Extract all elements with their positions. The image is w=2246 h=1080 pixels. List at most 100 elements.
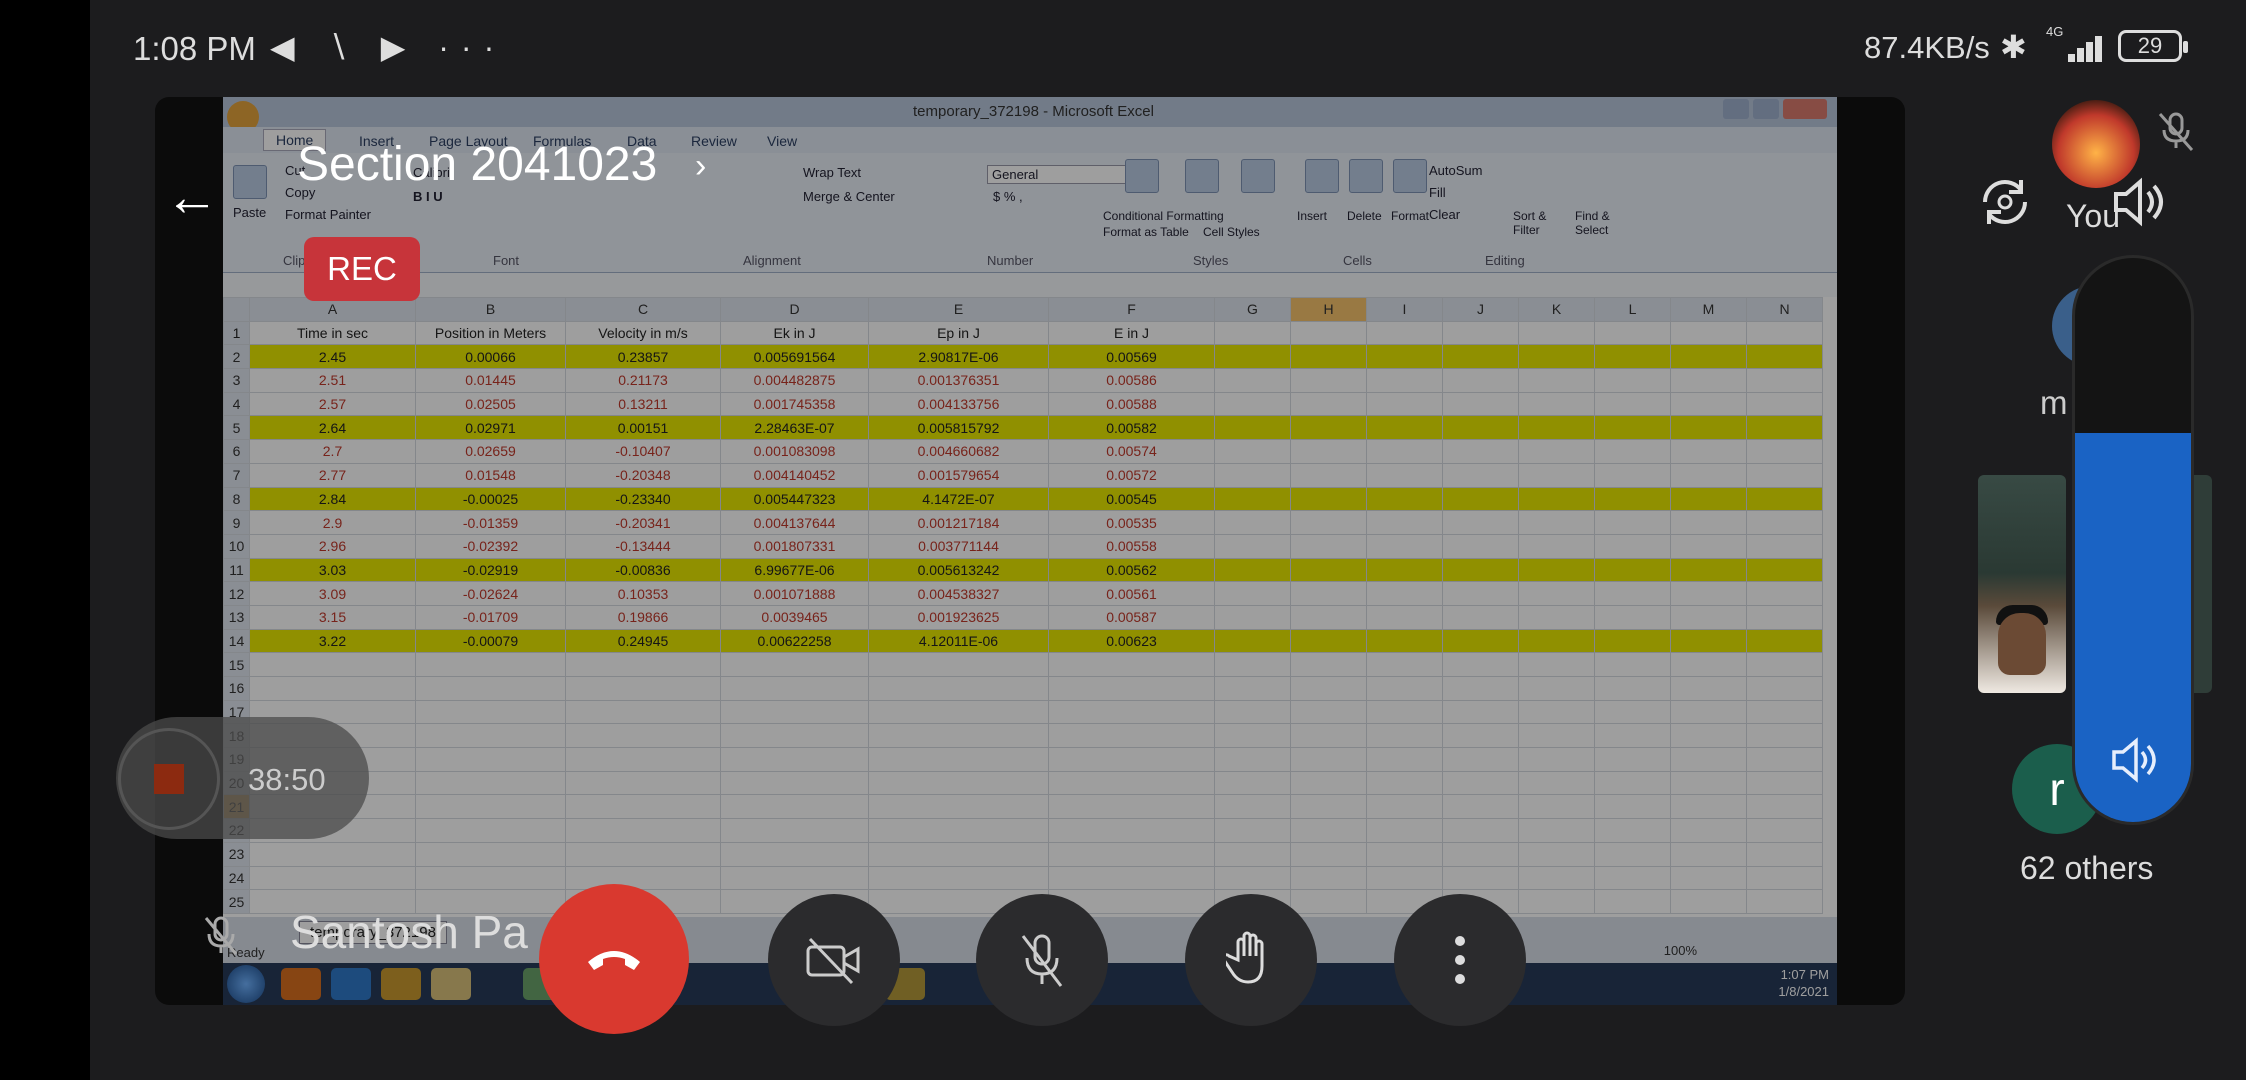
cell: 0.23857: [565, 344, 721, 370]
status-time: 1:08 PM: [133, 30, 256, 67]
row-number: 3: [223, 368, 250, 393]
microphone-toggle-button[interactable]: [976, 894, 1108, 1026]
camera-toggle-button[interactable]: [768, 894, 900, 1026]
cell: [1746, 841, 1823, 867]
cell: [1214, 865, 1291, 891]
cell: [1214, 794, 1291, 820]
cell: 0.00535: [1048, 510, 1215, 535]
cell: 0.001071888: [720, 581, 869, 606]
cell: [1290, 486, 1367, 512]
cell: 0.001807331: [720, 533, 869, 559]
network-type: 4G: [2046, 24, 2064, 39]
row-number: 8: [223, 486, 250, 512]
paste-icon: [233, 165, 267, 199]
speaker-icon[interactable]: [2108, 172, 2168, 232]
cell: [565, 676, 721, 701]
cell: 0.00561: [1048, 581, 1215, 606]
cell: -0.13444: [565, 533, 721, 559]
cell: [1670, 676, 1747, 701]
cell: [1214, 747, 1291, 772]
cell: [565, 794, 721, 820]
shared-screen-tile[interactable]: temporary_372198 - Microsoft Excel Home …: [155, 97, 1905, 1005]
cell: [415, 841, 566, 867]
cell: [1048, 676, 1215, 701]
group-alignment: Alignment: [743, 253, 801, 268]
cell: [1746, 723, 1823, 749]
cell: [1594, 723, 1671, 749]
row-number: 5: [223, 415, 250, 441]
others-count[interactable]: 62 others: [2020, 850, 2153, 887]
cell: [1746, 557, 1823, 583]
cell: [1214, 676, 1291, 701]
cell: [720, 652, 869, 677]
cell: [1366, 581, 1443, 606]
back-arrow-icon[interactable]: ←: [165, 170, 225, 225]
presenter-name: Santosh Pa: [290, 906, 528, 958]
cell: [1290, 723, 1367, 749]
table-row: 23: [223, 841, 1823, 867]
cell: [1518, 652, 1595, 677]
cell: [1518, 604, 1595, 630]
cell: [1214, 439, 1291, 464]
column-header-c: C: [565, 297, 721, 322]
cell: [1670, 462, 1747, 488]
cell: [249, 652, 416, 677]
cell: [1594, 628, 1671, 654]
end-call-button[interactable]: [539, 884, 689, 1034]
conditional-formatting-label: Conditional Formatting: [1103, 209, 1224, 223]
cell: [1366, 462, 1443, 488]
cell: [1746, 368, 1823, 393]
column-header-n: N: [1746, 297, 1823, 322]
table-header-row: 1 Time in sec Position in Meters Velocity i…: [223, 320, 1823, 346]
cell: [1746, 699, 1823, 725]
cell: -0.00025: [415, 486, 566, 512]
status-bar: 1:08 PM ◀ ∖ ▶ ··· 87.4KB/s ✱ 4G 29: [0, 0, 2246, 95]
table-row: 16: [223, 676, 1823, 701]
row-number: 14: [223, 628, 250, 654]
cell: [1214, 841, 1291, 867]
table-row: 7 2.77 0.01548 -0.20348 0.004140452 0.0015796…: [223, 462, 1823, 488]
cell: [868, 841, 1049, 867]
cell: [1746, 415, 1823, 441]
cell: -0.10407: [565, 439, 721, 464]
cell: [1290, 794, 1367, 820]
close-icon: [1783, 99, 1827, 119]
cell: [1670, 652, 1747, 677]
cell: [1670, 439, 1747, 464]
cell: 0.02971: [415, 415, 566, 441]
table-row: 20: [223, 770, 1823, 796]
format-cells-icon: [1393, 159, 1427, 193]
taskbar-clock: 1:07 PM 1/8/2021: [1778, 966, 1829, 1000]
cell: [415, 723, 566, 749]
cell: [1746, 794, 1823, 820]
cell: [1518, 510, 1595, 535]
number-format-select: General: [987, 165, 1137, 184]
cell: [1290, 818, 1367, 843]
cell: [1594, 415, 1671, 441]
switch-camera-icon[interactable]: [1975, 172, 2035, 232]
cell: 2.77: [249, 462, 416, 488]
raise-hand-button[interactable]: [1185, 894, 1317, 1026]
cell: [1594, 462, 1671, 488]
cell: [1366, 368, 1443, 393]
row-number: 23: [223, 841, 250, 867]
cell: [1290, 368, 1367, 393]
cell: [1518, 533, 1595, 559]
cell: [1214, 581, 1291, 606]
participant-video-tile[interactable]: [1978, 475, 2066, 693]
cell: [1594, 865, 1671, 891]
cell: -0.01709: [415, 604, 566, 630]
cell: [1670, 557, 1747, 583]
more-vertical-icon: [1455, 936, 1465, 984]
cell: [1366, 486, 1443, 512]
group-cells: Cells: [1343, 253, 1372, 268]
explorer-icon: [431, 968, 471, 1000]
cell: [1290, 557, 1367, 583]
cell: [720, 841, 869, 867]
cell: [1670, 865, 1747, 891]
more-options-button[interactable]: [1394, 894, 1526, 1026]
cell: [1594, 747, 1671, 772]
cell: 4.12011E-06: [868, 628, 1049, 654]
column-header-l: L: [1594, 297, 1671, 322]
cell: [868, 723, 1049, 749]
